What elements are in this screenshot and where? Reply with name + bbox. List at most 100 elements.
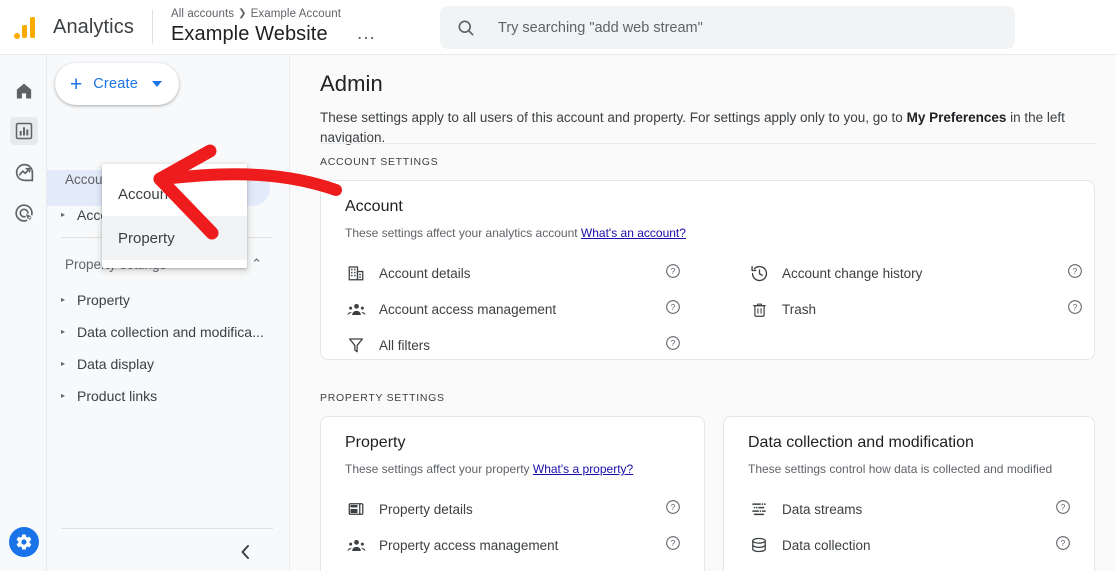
card-subtitle: These settings affect your property What… bbox=[345, 462, 633, 476]
advertising-target-icon bbox=[14, 203, 34, 223]
sidebar: + Create Account settings ⌃ ▸ Account Pr… bbox=[47, 55, 290, 571]
row-label: Account details bbox=[379, 265, 471, 281]
chevron-left-icon bbox=[241, 545, 249, 559]
main-content: Admin These settings apply to all users … bbox=[290, 55, 1116, 571]
top-bar: Analytics All accounts ❯ Example Account… bbox=[0, 0, 1116, 55]
whats-a-property-link[interactable]: What's a property? bbox=[533, 462, 633, 476]
rail-item-home[interactable] bbox=[10, 77, 38, 105]
rail-item-advertising[interactable] bbox=[10, 199, 38, 227]
create-dropdown-menu: Account Property bbox=[102, 164, 247, 268]
row-label: Account access management bbox=[379, 301, 557, 317]
help-icon[interactable]: ? bbox=[1067, 263, 1083, 279]
gear-icon bbox=[16, 534, 32, 550]
icon-rail bbox=[0, 55, 47, 571]
search-bar[interactable] bbox=[440, 6, 1015, 49]
search-icon bbox=[458, 19, 474, 36]
database-icon bbox=[748, 536, 770, 554]
create-menu-item-property[interactable]: Property bbox=[102, 216, 247, 260]
card-title: Data collection and modification bbox=[748, 434, 974, 451]
account-settings-section-label: ACCOUNT SETTINGS bbox=[320, 156, 439, 168]
card-subtitle: These settings control how data is colle… bbox=[748, 462, 1053, 476]
property-settings-section-label: PROPERTY SETTINGS bbox=[320, 392, 445, 404]
my-preferences-label: My Preferences bbox=[906, 110, 1007, 125]
create-menu-item-account[interactable]: Account bbox=[102, 172, 247, 216]
data-streams-icon bbox=[748, 500, 770, 518]
page-description: These settings apply to all users of thi… bbox=[320, 108, 1090, 148]
funnel-filter-icon bbox=[345, 336, 367, 354]
row-all-filters[interactable]: All filters bbox=[345, 332, 430, 358]
rail-item-explore[interactable] bbox=[10, 158, 38, 186]
card-subtitle-text: These settings affect your property bbox=[345, 462, 533, 476]
property-settings-card: Property These settings affect your prop… bbox=[320, 416, 705, 571]
more-options-icon[interactable]: ... bbox=[357, 24, 376, 43]
help-icon[interactable]: ? bbox=[665, 263, 681, 279]
help-icon[interactable]: ? bbox=[1055, 535, 1071, 551]
row-account-details[interactable]: Account details bbox=[345, 260, 471, 286]
account-selector[interactable]: All accounts ❯ Example Account Example W… bbox=[171, 7, 376, 47]
create-button-label: Create bbox=[93, 76, 138, 92]
search-input[interactable] bbox=[496, 18, 976, 37]
row-data-collection[interactable]: Data collection bbox=[748, 532, 871, 558]
sidebar-item-product-links[interactable]: ▸ Product links bbox=[47, 380, 290, 412]
svg-text:?: ? bbox=[671, 338, 676, 348]
sidebar-item-property[interactable]: ▸ Property bbox=[47, 284, 290, 316]
page-title: Admin bbox=[320, 71, 383, 96]
trash-icon bbox=[748, 301, 770, 318]
help-icon[interactable]: ? bbox=[1067, 299, 1083, 315]
caret-down-icon bbox=[152, 81, 162, 87]
svg-text:?: ? bbox=[1073, 266, 1078, 276]
row-label: Property access management bbox=[379, 537, 559, 553]
triangle-right-icon: ▸ bbox=[61, 295, 66, 304]
brand-name: Analytics bbox=[53, 15, 134, 38]
help-icon[interactable]: ? bbox=[665, 499, 681, 515]
header-divider bbox=[320, 143, 1095, 144]
row-account-access-management[interactable]: Account access management bbox=[345, 296, 556, 322]
help-icon[interactable]: ? bbox=[665, 335, 681, 351]
row-property-details[interactable]: Property details bbox=[345, 496, 473, 522]
history-clock-icon bbox=[748, 264, 770, 283]
svg-text:?: ? bbox=[671, 302, 676, 312]
help-icon[interactable]: ? bbox=[1055, 499, 1071, 515]
create-button[interactable]: + Create bbox=[55, 63, 179, 105]
rail-item-reports[interactable] bbox=[10, 117, 38, 145]
explore-trending-icon bbox=[15, 163, 33, 181]
breadcrumb-root[interactable]: All accounts bbox=[171, 7, 234, 21]
sidebar-item-data-collection[interactable]: ▸ Data collection and modifica... bbox=[47, 316, 290, 348]
row-trash[interactable]: Trash bbox=[748, 296, 816, 322]
sidebar-item-label: Property bbox=[77, 292, 130, 308]
reports-bar-chart-icon bbox=[15, 122, 33, 140]
row-data-streams[interactable]: Data streams bbox=[748, 496, 862, 522]
rail-item-admin[interactable] bbox=[9, 527, 39, 557]
triangle-right-icon: ▸ bbox=[61, 391, 66, 400]
people-group-icon bbox=[345, 300, 367, 319]
people-group-icon bbox=[345, 536, 367, 555]
help-icon[interactable]: ? bbox=[665, 535, 681, 551]
row-property-access-management[interactable]: Property access management bbox=[345, 532, 558, 558]
help-icon[interactable]: ? bbox=[665, 299, 681, 315]
row-label: Data streams bbox=[782, 501, 863, 517]
breadcrumb-account[interactable]: Example Account bbox=[251, 7, 341, 21]
home-icon bbox=[16, 83, 32, 99]
brand[interactable]: Analytics bbox=[0, 13, 134, 41]
row-label: Account change history bbox=[782, 265, 923, 281]
sidebar-footer-divider bbox=[61, 528, 273, 529]
sidebar-item-data-display[interactable]: ▸ Data display bbox=[47, 348, 290, 380]
triangle-right-icon: ▸ bbox=[61, 359, 66, 368]
breadcrumb[interactable]: All accounts ❯ Example Account bbox=[171, 7, 341, 21]
analytics-logo-icon bbox=[13, 13, 41, 41]
create-menu-item-label: Property bbox=[118, 229, 175, 247]
row-label: Trash bbox=[782, 301, 817, 317]
card-subtitle: These settings affect your analytics acc… bbox=[345, 226, 686, 240]
chevron-up-icon: ⌃ bbox=[251, 171, 262, 186]
card-title: Account bbox=[345, 198, 403, 215]
breadcrumb-separator-icon: ❯ bbox=[238, 8, 247, 19]
chevron-up-icon: ⌃ bbox=[251, 256, 262, 271]
account-settings-card: Account These settings affect your analy… bbox=[320, 180, 1095, 360]
sidebar-item-label: Product links bbox=[77, 388, 158, 404]
whats-an-account-link[interactable]: What's an account? bbox=[581, 226, 686, 240]
svg-text:?: ? bbox=[671, 502, 676, 512]
brand-divider bbox=[151, 10, 153, 44]
row-label: All filters bbox=[379, 337, 431, 353]
collapse-sidebar-button[interactable] bbox=[240, 544, 251, 565]
row-account-change-history[interactable]: Account change history bbox=[748, 260, 922, 286]
